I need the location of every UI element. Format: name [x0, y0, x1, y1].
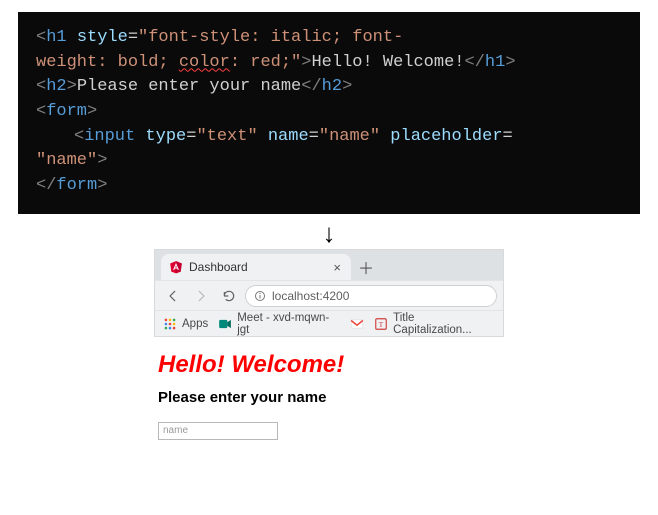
code-line-4: <form>: [36, 100, 622, 125]
apps-icon: [163, 317, 177, 331]
code-line-6: "name">: [36, 149, 622, 174]
browser-window: Dashboard × ＋ localhost:4200: [154, 249, 504, 440]
code-line-1: <h1 style="font-style: italic; font-: [36, 26, 622, 51]
gmail-icon: [350, 317, 364, 331]
site-info-icon[interactable]: [254, 290, 266, 302]
code-line-2: weight: bold; color: red;">Hello! Welcom…: [36, 51, 622, 76]
arrow-down-icon: ↓: [323, 220, 336, 246]
back-button[interactable]: [161, 284, 185, 308]
bookmark-label: Title Capitalization...: [393, 312, 495, 336]
code-line-7: </form>: [36, 174, 622, 199]
browser-tabbar: Dashboard × ＋: [155, 250, 503, 280]
meet-icon: [218, 317, 232, 331]
arrow-row: ↓: [0, 220, 658, 247]
bookmark-meet[interactable]: Meet - xvd-mqwn-jgt: [218, 312, 340, 336]
url-text: localhost:4200: [272, 289, 349, 303]
angular-icon: [169, 260, 183, 274]
bookmark-label: Apps: [182, 318, 208, 330]
rendered-page: Hello! Welcome! Please enter your name: [154, 337, 504, 440]
titlecap-icon: T: [374, 317, 388, 331]
browser-tab-active[interactable]: Dashboard ×: [161, 254, 351, 280]
svg-text:T: T: [379, 320, 384, 329]
url-box[interactable]: localhost:4200: [245, 285, 497, 307]
rendered-h1: Hello! Welcome!: [158, 351, 500, 379]
new-tab-button[interactable]: ＋: [355, 256, 377, 278]
bookmark-titlecap[interactable]: T Title Capitalization...: [374, 312, 495, 336]
reload-button[interactable]: [217, 284, 241, 308]
tab-title: Dashboard: [189, 260, 327, 274]
browser-chrome: Dashboard × ＋ localhost:4200: [154, 249, 504, 337]
rendered-h2: Please enter your name: [158, 389, 500, 406]
code-line-3: <h2>Please enter your name</h2>: [36, 75, 622, 100]
bookmarks-bar: Apps Meet - xvd-mqwn-jgt T Title Capital…: [155, 310, 503, 336]
bookmark-apps[interactable]: Apps: [163, 317, 208, 331]
forward-button[interactable]: [189, 284, 213, 308]
name-input[interactable]: [158, 422, 278, 440]
browser-addressbar: localhost:4200: [155, 280, 503, 310]
bookmark-label: Meet - xvd-mqwn-jgt: [237, 312, 340, 336]
code-line-5: <input type="text" name="name" placehold…: [36, 125, 622, 150]
code-block: <h1 style="font-style: italic; font- wei…: [18, 12, 640, 214]
tab-close-icon[interactable]: ×: [333, 260, 341, 275]
bookmark-gmail[interactable]: [350, 317, 364, 331]
